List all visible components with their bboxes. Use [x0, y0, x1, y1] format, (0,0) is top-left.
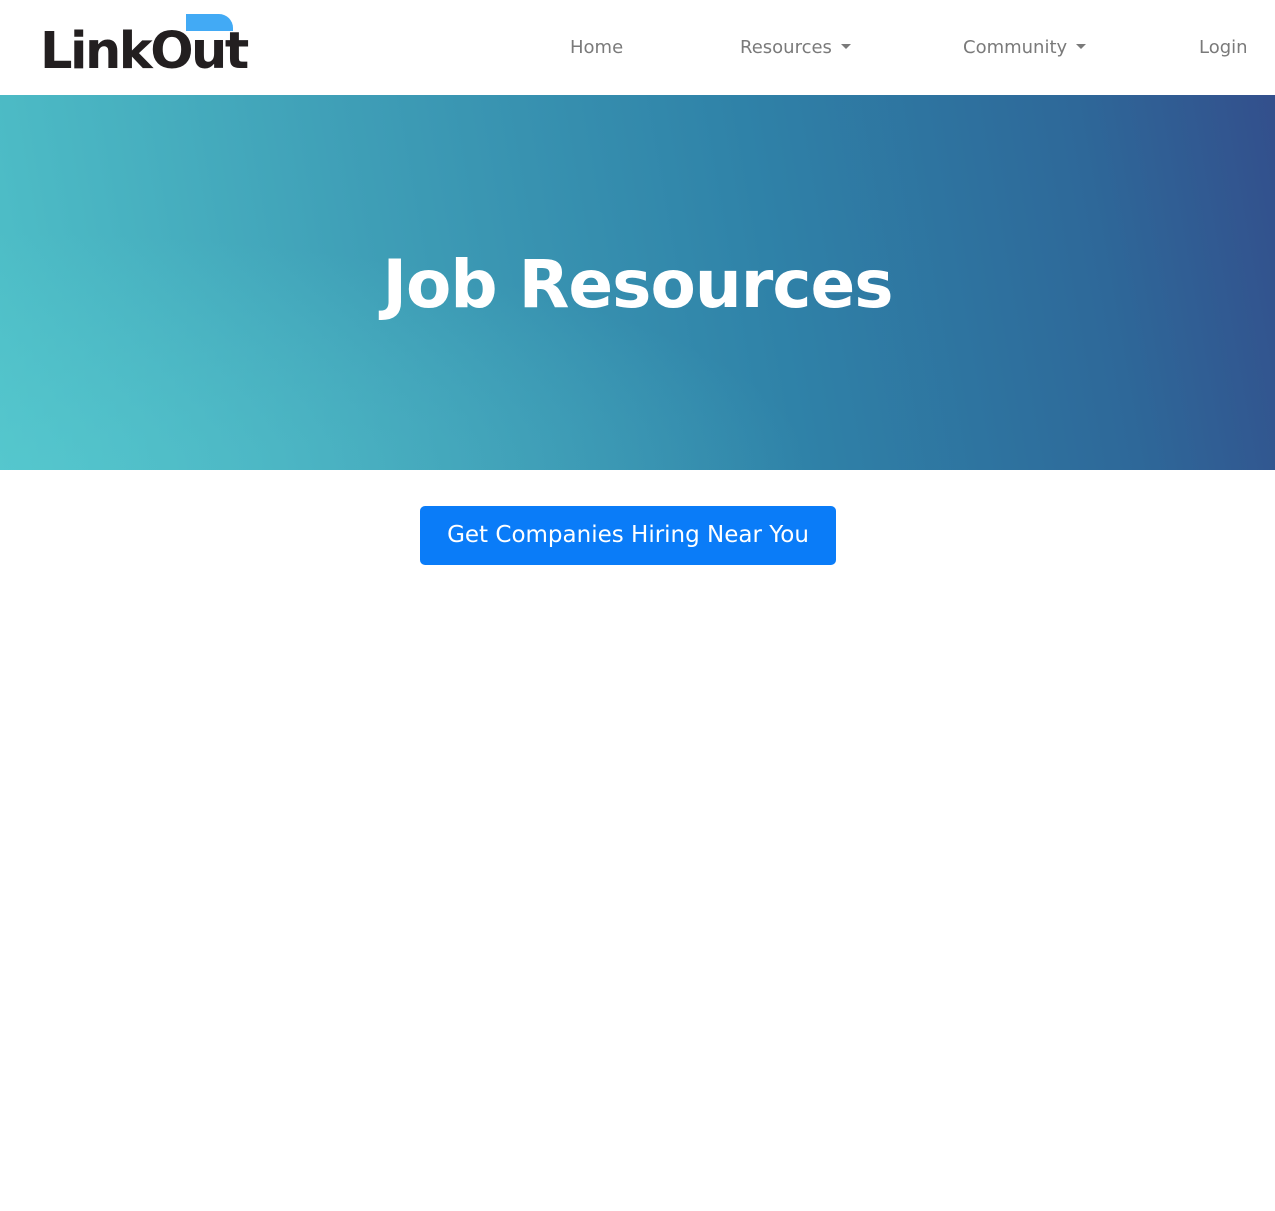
- logo-wordmark: LinkOut: [40, 22, 249, 81]
- nav-home-link[interactable]: Home: [570, 36, 623, 60]
- caret-down-icon: [840, 44, 851, 49]
- nav-community-dropdown[interactable]: Community: [963, 36, 1087, 60]
- page-title: Job Resources: [382, 246, 893, 323]
- cta-section: Get Companies Hiring Near You: [0, 470, 1275, 590]
- nav-community-label: Community: [963, 37, 1068, 58]
- hero-banner: Job Resources: [0, 95, 1275, 470]
- nav-login-label: Login: [1199, 37, 1248, 58]
- top-navbar: LinkOut Home Resources Community Login: [0, 0, 1275, 95]
- nav-resources-label: Resources: [740, 37, 832, 58]
- logo-link[interactable]: LinkOut: [40, 14, 249, 82]
- get-companies-hiring-button[interactable]: Get Companies Hiring Near You: [420, 506, 836, 565]
- nav-login-link[interactable]: Login: [1199, 36, 1248, 60]
- caret-down-icon: [1076, 44, 1087, 49]
- nav-home-label: Home: [570, 37, 624, 58]
- nav-resources-dropdown[interactable]: Resources: [740, 36, 851, 60]
